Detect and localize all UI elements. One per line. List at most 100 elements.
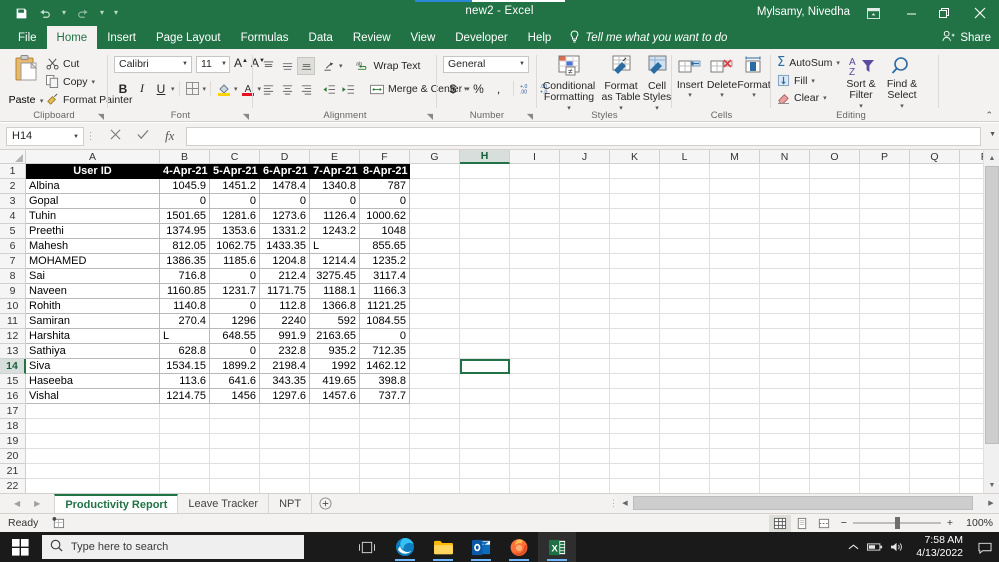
cell-M1[interactable] xyxy=(710,164,760,179)
cell-A12[interactable]: Harshita xyxy=(26,329,160,344)
cell-N3[interactable] xyxy=(760,194,810,209)
cell-F20[interactable] xyxy=(360,449,410,464)
column-header-q[interactable]: Q xyxy=(910,150,960,164)
cell-Q13[interactable] xyxy=(910,344,960,359)
cell-D9[interactable]: 1171.75 xyxy=(260,284,310,299)
cell-K12[interactable] xyxy=(610,329,660,344)
cell-A3[interactable]: Gopal xyxy=(26,194,160,209)
cell-F18[interactable] xyxy=(360,419,410,434)
cell-P1[interactable] xyxy=(860,164,910,179)
cell-I16[interactable] xyxy=(510,389,560,404)
align-center-button[interactable] xyxy=(278,80,296,98)
select-all-button[interactable] xyxy=(0,150,26,164)
cell-I3[interactable] xyxy=(510,194,560,209)
cell-A13[interactable]: Sathiya xyxy=(26,344,160,359)
cell-H22[interactable] xyxy=(460,479,510,494)
conditional-formatting-button[interactable]: ≠ Conditional Formatting ▾ xyxy=(541,55,597,114)
cell-H11[interactable] xyxy=(460,314,510,329)
cell-N13[interactable] xyxy=(760,344,810,359)
cell-B3[interactable]: 0 xyxy=(160,194,210,209)
fill-button[interactable]: Fill ▾ xyxy=(777,74,840,87)
format-cells-button[interactable]: Format ▾ xyxy=(737,55,771,99)
cell-F13[interactable]: 712.35 xyxy=(360,344,410,359)
cell-H4[interactable] xyxy=(460,209,510,224)
cell-K6[interactable] xyxy=(610,239,660,254)
name-box[interactable]: H14 ▼ xyxy=(6,126,84,146)
underline-dropdown-icon[interactable]: ▾ xyxy=(171,85,175,93)
cell-I2[interactable] xyxy=(510,179,560,194)
cell-B9[interactable]: 1160.85 xyxy=(160,284,210,299)
cell-A18[interactable] xyxy=(26,419,160,434)
cell-P4[interactable] xyxy=(860,209,910,224)
cell-H2[interactable] xyxy=(460,179,510,194)
cell-B6[interactable]: 812.05 xyxy=(160,239,210,254)
cell-P20[interactable] xyxy=(860,449,910,464)
cell-B12[interactable]: L xyxy=(160,329,210,344)
cell-G2[interactable] xyxy=(410,179,460,194)
cell-I5[interactable] xyxy=(510,224,560,239)
cell-Q4[interactable] xyxy=(910,209,960,224)
cell-M12[interactable] xyxy=(710,329,760,344)
cell-D21[interactable] xyxy=(260,464,310,479)
clear-dropdown-icon[interactable]: ▾ xyxy=(823,94,827,102)
cell-L1[interactable] xyxy=(660,164,710,179)
cell-J16[interactable] xyxy=(560,389,610,404)
row-header-22[interactable]: 22 xyxy=(0,479,26,494)
cell-K19[interactable] xyxy=(610,434,660,449)
cell-M18[interactable] xyxy=(710,419,760,434)
cell-P17[interactable] xyxy=(860,404,910,419)
cell-E22[interactable] xyxy=(310,479,360,494)
cell-A21[interactable] xyxy=(26,464,160,479)
cell-N1[interactable] xyxy=(760,164,810,179)
cell-N12[interactable] xyxy=(760,329,810,344)
cell-G20[interactable] xyxy=(410,449,460,464)
name-box-dropdown-icon[interactable]: ▼ xyxy=(73,134,79,140)
cell-P10[interactable] xyxy=(860,299,910,314)
cell-N17[interactable] xyxy=(760,404,810,419)
cell-B17[interactable] xyxy=(160,404,210,419)
cell-H3[interactable] xyxy=(460,194,510,209)
cell-M17[interactable] xyxy=(710,404,760,419)
vertical-scroll-thumb[interactable] xyxy=(985,166,999,444)
cell-K15[interactable] xyxy=(610,374,660,389)
cell-K22[interactable] xyxy=(610,479,660,494)
cell-D1[interactable]: 6-Apr-21 xyxy=(260,164,310,179)
row-header-1[interactable]: 1 xyxy=(0,164,26,179)
row-header-19[interactable]: 19 xyxy=(0,434,26,449)
cell-D13[interactable]: 232.8 xyxy=(260,344,310,359)
row-header-16[interactable]: 16 xyxy=(0,389,26,404)
cell-B7[interactable]: 1386.35 xyxy=(160,254,210,269)
column-header-n[interactable]: N xyxy=(760,150,810,164)
cell-M22[interactable] xyxy=(710,479,760,494)
cell-I13[interactable] xyxy=(510,344,560,359)
cell-I8[interactable] xyxy=(510,269,560,284)
cell-O16[interactable] xyxy=(810,389,860,404)
format-cells-dropdown-icon[interactable]: ▾ xyxy=(752,91,756,99)
cell-Q16[interactable] xyxy=(910,389,960,404)
cell-I20[interactable] xyxy=(510,449,560,464)
cell-Q12[interactable] xyxy=(910,329,960,344)
cell-A11[interactable]: Samiran xyxy=(26,314,160,329)
decrease-indent-button[interactable] xyxy=(320,80,338,98)
cell-O5[interactable] xyxy=(810,224,860,239)
cell-K13[interactable] xyxy=(610,344,660,359)
cell-Q14[interactable] xyxy=(910,359,960,374)
cell-F11[interactable]: 1084.55 xyxy=(360,314,410,329)
cell-P22[interactable] xyxy=(860,479,910,494)
cell-A20[interactable] xyxy=(26,449,160,464)
cell-B4[interactable]: 1501.65 xyxy=(160,209,210,224)
row-header-18[interactable]: 18 xyxy=(0,419,26,434)
cell-G22[interactable] xyxy=(410,479,460,494)
cell-F16[interactable]: 737.7 xyxy=(360,389,410,404)
cell-L5[interactable] xyxy=(660,224,710,239)
scroll-right-button[interactable]: ▶ xyxy=(983,495,999,511)
cell-F8[interactable]: 3117.4 xyxy=(360,269,410,284)
currency-button[interactable]: $ xyxy=(444,79,462,98)
cell-G10[interactable] xyxy=(410,299,460,314)
cell-K20[interactable] xyxy=(610,449,660,464)
cell-I22[interactable] xyxy=(510,479,560,494)
cell-O14[interactable] xyxy=(810,359,860,374)
row-header-11[interactable]: 11 xyxy=(0,314,26,329)
cell-G16[interactable] xyxy=(410,389,460,404)
cell-J15[interactable] xyxy=(560,374,610,389)
